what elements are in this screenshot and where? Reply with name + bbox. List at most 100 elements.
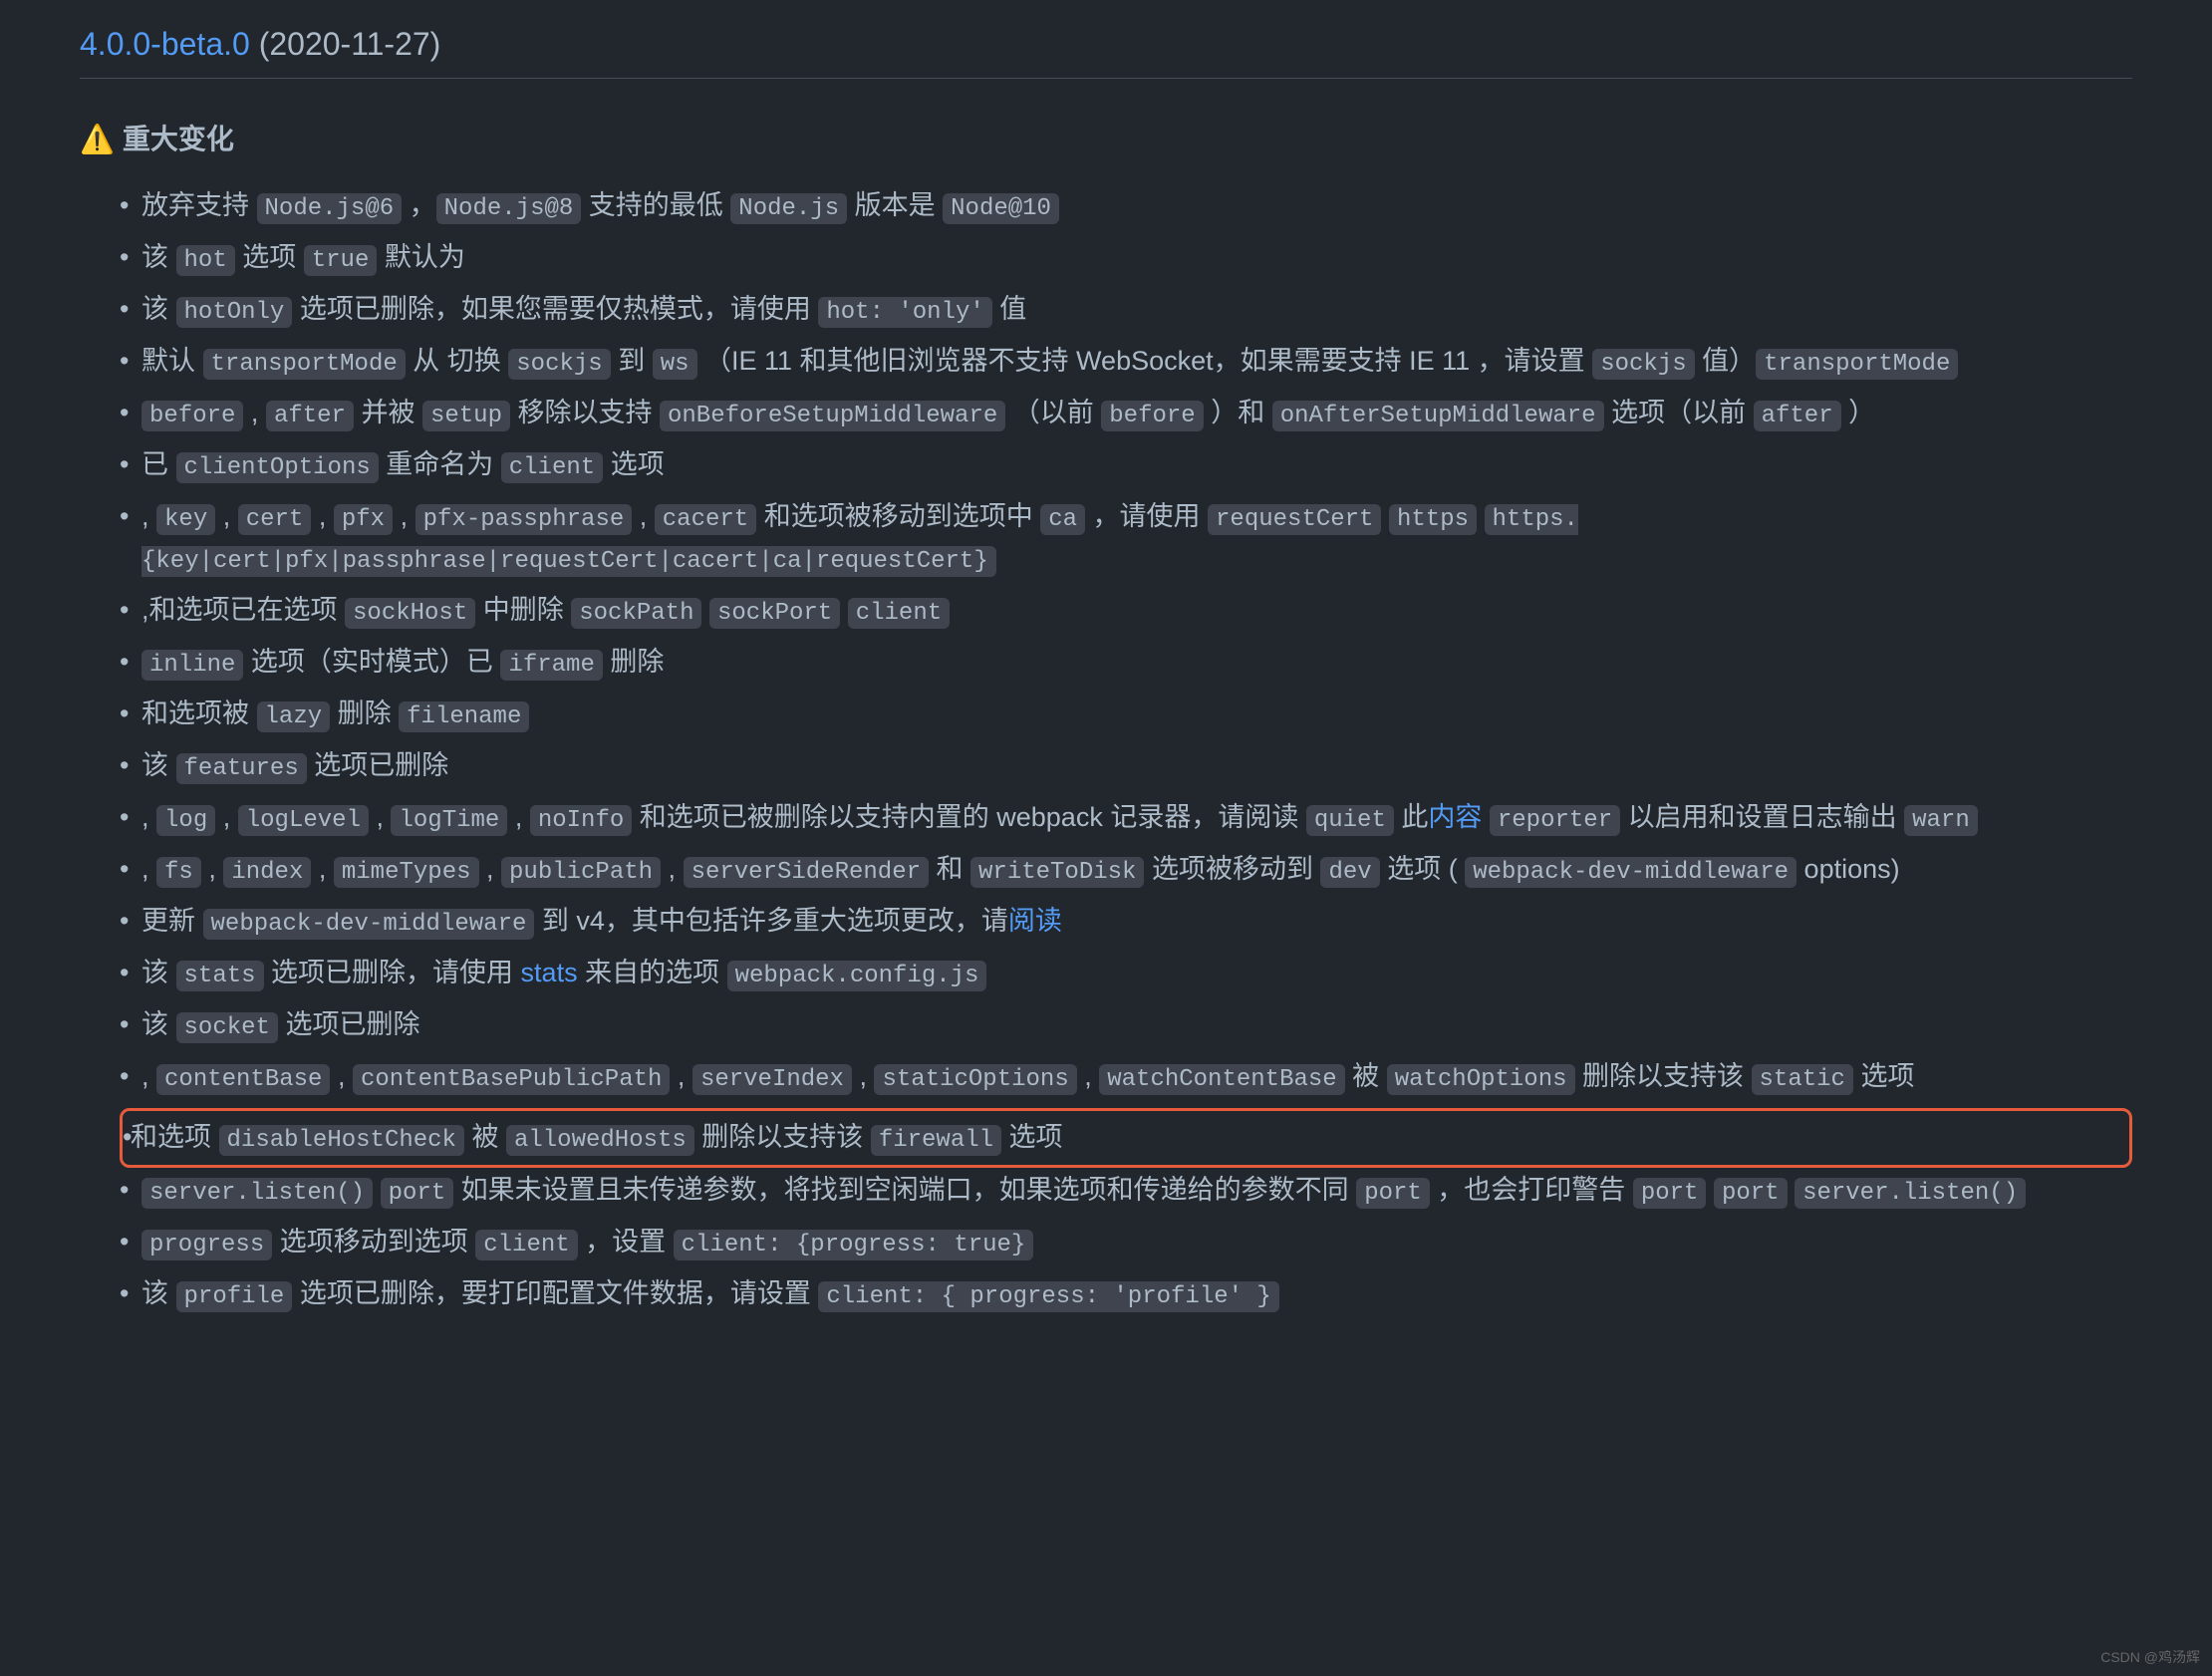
text-span: ,: [311, 501, 334, 531]
inline-code: pfx: [334, 504, 393, 535]
inline-code: hot: 'only': [818, 297, 991, 328]
list-item: 该 features 选项已删除: [120, 745, 2132, 787]
text-span: 值: [992, 294, 1027, 324]
text-span: ,: [141, 802, 156, 832]
text-span: 和: [929, 854, 970, 884]
text-span: [1482, 802, 1490, 832]
text-span: 已: [141, 449, 176, 479]
inline-code: quiet: [1306, 805, 1394, 836]
inline-code: profile: [176, 1281, 293, 1312]
text-span: 被: [464, 1122, 506, 1152]
inline-code: serveIndex: [692, 1064, 852, 1095]
inline-code: before: [141, 401, 243, 431]
text-span: ,: [330, 1061, 353, 1091]
inline-code: pfx-passphrase: [415, 504, 633, 535]
text-span: 此: [1394, 802, 1429, 832]
inline-code: webpack.config.js: [727, 961, 987, 991]
text-span: ,: [141, 1061, 156, 1091]
inline-code: transportMode: [203, 349, 406, 380]
list-item: 已 clientOptions 重命名为 client 选项: [120, 444, 2132, 486]
text-span: 移除以支持: [510, 398, 660, 427]
text-span: 中删除: [475, 595, 571, 625]
inline-code: index: [223, 857, 311, 888]
inline-code: logTime: [391, 805, 507, 836]
inline-code: client: [848, 598, 950, 629]
version-link[interactable]: 4.0.0-beta.0: [80, 26, 250, 62]
text-span: 默认为: [377, 242, 465, 272]
inline-code: allowedHosts: [506, 1125, 694, 1156]
text-span: 和选项被: [141, 698, 257, 728]
inline-code: writeToDisk: [970, 857, 1144, 888]
text-span: 选项已删除，要打印配置文件数据，请设置: [292, 1278, 818, 1308]
text-span: ,: [507, 802, 530, 832]
text-span: ）: [1841, 398, 1876, 427]
text-span: ,: [215, 501, 238, 531]
text-span: 和选项被移动到选项中: [756, 501, 1040, 531]
text-span: [840, 595, 848, 625]
text-span: [373, 1175, 381, 1205]
inline-link[interactable]: 内容: [1428, 802, 1482, 832]
inline-code: sockjs: [1592, 349, 1694, 380]
inline-code: progress: [141, 1230, 272, 1260]
text-span: ,: [393, 501, 415, 531]
text-span: （以前: [1005, 398, 1101, 427]
inline-code: server.listen(): [1795, 1178, 2026, 1209]
text-span: 值）: [1695, 346, 1757, 376]
text-span: 到 v4，其中包括许多重大选项更改，请: [534, 906, 1008, 936]
text-span: 放弃支持: [141, 190, 257, 220]
list-item: 放弃支持 Node.js@6 ，Node.js@8 支持的最低 Node.js …: [120, 185, 2132, 227]
inline-code: ws: [653, 349, 697, 380]
inline-code: after: [1754, 401, 1841, 431]
inline-code: webpack-dev-middleware: [203, 909, 535, 940]
text-span: ,和选项已在选项: [141, 595, 345, 625]
inline-link[interactable]: 阅读: [1008, 906, 1062, 936]
inline-code: ca: [1040, 504, 1085, 535]
text-span: 从 切换: [406, 346, 509, 376]
inline-code: true: [304, 245, 378, 276]
list-item: 该 hotOnly 选项已删除，如果您需要仅热模式，请使用 hot: 'only…: [120, 289, 2132, 331]
inline-code: sockPath: [571, 598, 701, 629]
inline-link[interactable]: stats: [521, 958, 578, 987]
inline-code: lazy: [257, 701, 331, 732]
list-item: ,和选项已在选项 sockHost 中删除 sockPath sockPort …: [120, 590, 2132, 632]
text-span: 该: [141, 958, 176, 987]
list-item: 和选项被 lazy 删除 filename: [120, 694, 2132, 735]
inline-code: server.listen(): [141, 1178, 373, 1209]
list-item: , contentBase , contentBasePublicPath , …: [120, 1056, 2132, 1098]
inline-code: after: [266, 401, 354, 431]
text-span: 该: [141, 242, 176, 272]
inline-code: socket: [176, 1012, 278, 1043]
inline-code: iframe: [500, 650, 602, 681]
section-title-text: 重大变化: [123, 119, 234, 160]
text-span: ，: [402, 190, 436, 220]
text-span: 更新: [141, 906, 203, 936]
text-span: [1381, 501, 1389, 531]
inline-code: warn: [1904, 805, 1978, 836]
inline-code: setup: [422, 401, 510, 431]
inline-code: reporter: [1490, 805, 1620, 836]
inline-code: filename: [399, 701, 529, 732]
list-item: 更新 webpack-dev-middleware 到 v4，其中包括许多重大选…: [120, 901, 2132, 943]
inline-code: port: [1633, 1178, 1707, 1209]
inline-code: contentBasePublicPath: [353, 1064, 670, 1095]
text-span: options): [1797, 854, 1900, 884]
inline-code: firewall: [871, 1125, 1001, 1156]
inline-code: mimeTypes: [334, 857, 479, 888]
list-item: before , after 并被 setup 移除以支持 onBeforeSe…: [120, 393, 2132, 434]
version-header: 4.0.0-beta.0 (2020-11-27): [80, 20, 2132, 79]
text-span: 选项移动到选项: [272, 1227, 475, 1257]
text-span: 删除: [603, 647, 665, 677]
inline-code: Node.js@6: [257, 193, 403, 224]
text-span: 选项: [1853, 1061, 1915, 1091]
text-span: 和选项已被删除以支持内置的 webpack 记录器，请阅读: [632, 802, 1306, 832]
inline-code: dev: [1320, 857, 1379, 888]
text-span: [701, 595, 709, 625]
text-span: ,: [311, 854, 334, 884]
list-item: progress 选项移动到选项 client ，设置 client: {pro…: [120, 1222, 2132, 1263]
inline-code: static: [1752, 1064, 1853, 1095]
text-span: 并被: [354, 398, 422, 427]
inline-code: transportMode: [1756, 349, 1958, 380]
text-span: 删除以支持该: [1575, 1061, 1752, 1091]
inline-code: hot: [176, 245, 235, 276]
inline-code: Node.js: [730, 193, 847, 224]
